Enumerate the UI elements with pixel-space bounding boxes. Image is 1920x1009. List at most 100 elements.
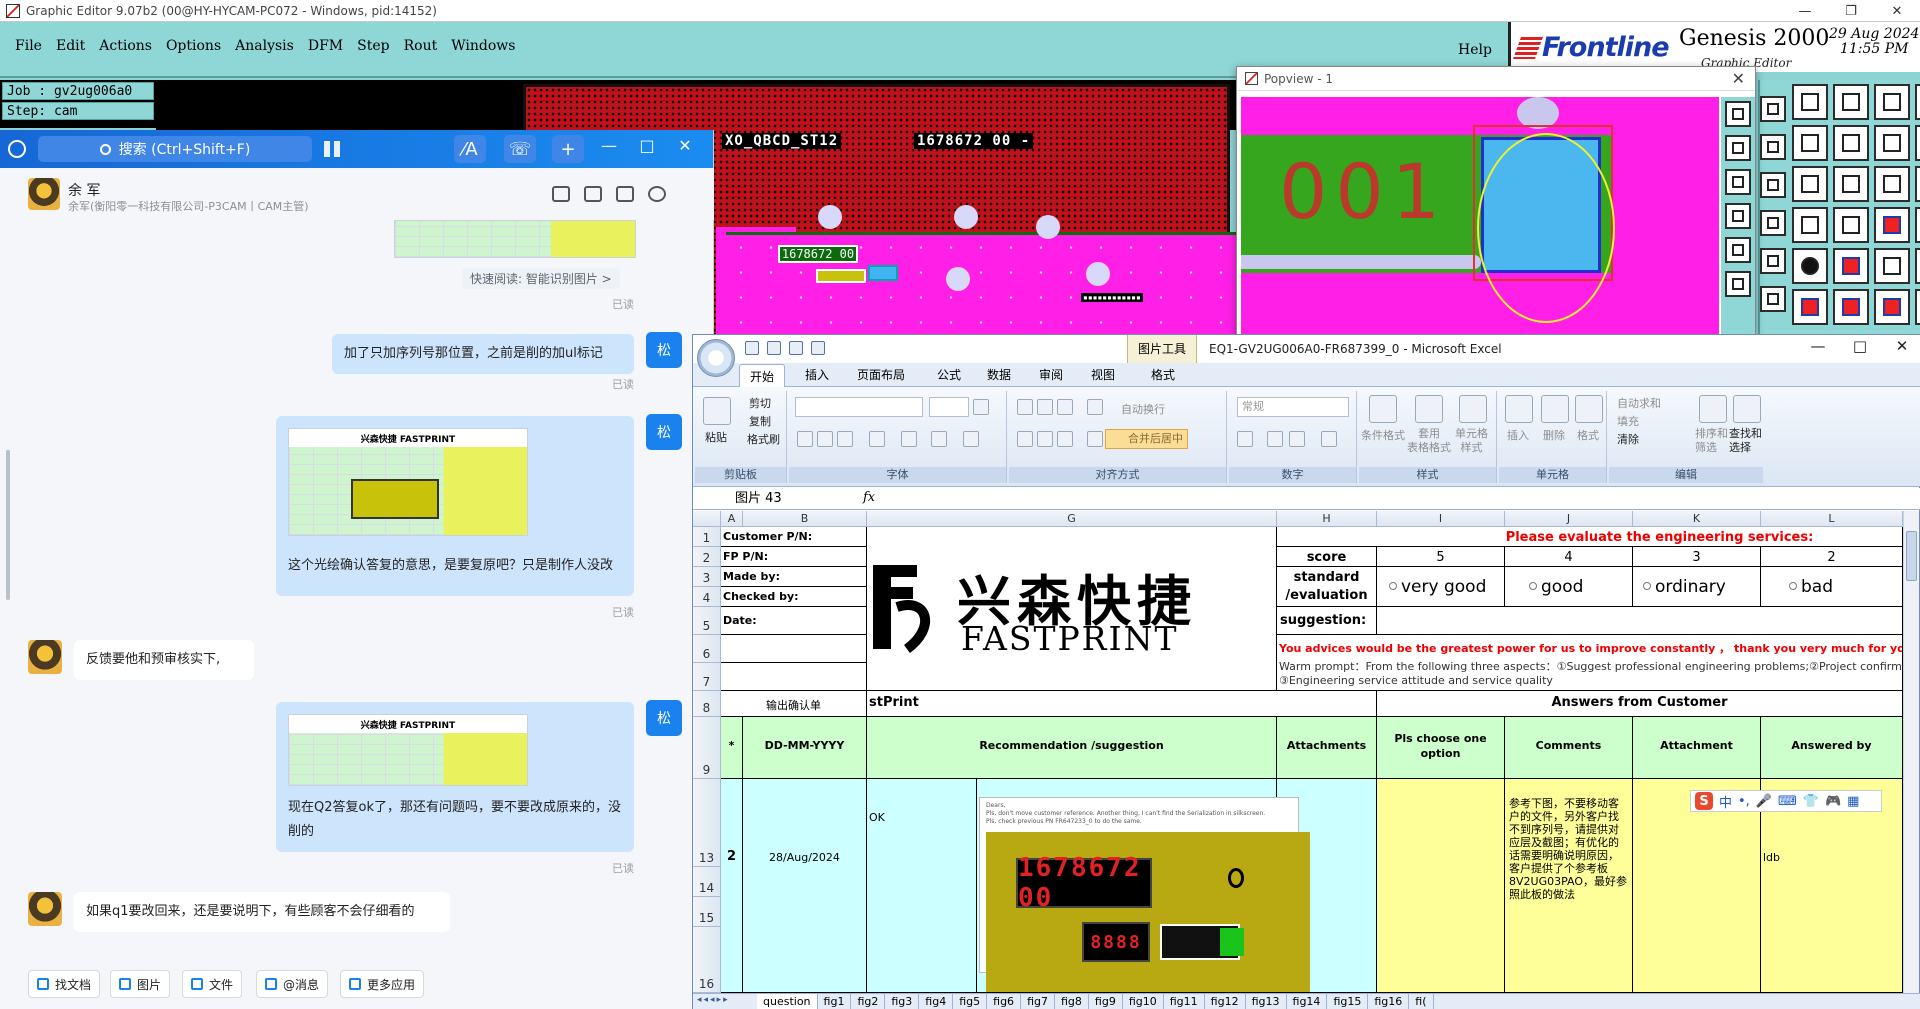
radio-icon[interactable] <box>1529 582 1537 590</box>
tool-icon[interactable] <box>1833 84 1869 120</box>
apps-grid-icon[interactable] <box>324 141 340 157</box>
menu-help[interactable]: Help <box>1458 42 1492 58</box>
sheet-tab[interactable]: fig14 <box>1287 994 1328 1009</box>
clear-button[interactable]: 清除 <box>1617 431 1639 447</box>
column-header[interactable]: G <box>867 511 1277 527</box>
call-icon[interactable]: ☏ <box>504 135 536 163</box>
menu-actions[interactable]: Actions <box>94 38 161 54</box>
column-header[interactable]: K <box>1633 511 1761 527</box>
font-name-select[interactable] <box>795 397 923 417</box>
empty-cell[interactable] <box>721 635 867 663</box>
wrap-text-button[interactable]: 自动换行 <box>1121 401 1165 417</box>
orientation-icon[interactable] <box>1087 399 1103 415</box>
suggestion-input[interactable] <box>1377 607 1903 635</box>
fill-button[interactable]: 填充 <box>1617 413 1639 429</box>
currency-icon[interactable] <box>1237 431 1253 447</box>
tool-icon[interactable] <box>1874 289 1910 325</box>
fastprint-logo[interactable]: 兴森快捷 FASTPRINT <box>867 547 1227 658</box>
tool-icon[interactable] <box>1725 271 1751 297</box>
column-header[interactable]: I <box>1377 511 1505 527</box>
image-message[interactable]: 兴森快捷 FASTPRINT <box>288 428 528 536</box>
tool-icon[interactable] <box>1725 135 1751 161</box>
sheet-tab[interactable]: fig7 <box>1021 994 1055 1009</box>
sheet-tab[interactable]: fig1 <box>818 994 852 1009</box>
column-header[interactable]: A <box>721 511 743 527</box>
row-header[interactable]: 1 <box>693 527 721 547</box>
menu-analysis[interactable]: Analysis <box>230 38 303 54</box>
percent-icon[interactable] <box>1267 431 1283 447</box>
tool-icon[interactable] <box>1915 207 1920 243</box>
table-format-button[interactable]: 套用 表格格式 <box>1407 427 1451 455</box>
align-middle-icon[interactable] <box>1037 399 1053 415</box>
sheet-tab[interactable]: fig13 <box>1246 994 1287 1009</box>
tab-data[interactable]: 数据 <box>987 366 1011 383</box>
grid-icon[interactable] <box>1833 207 1869 243</box>
more-apps-button[interactable]: 更多应用 <box>340 970 425 998</box>
phonetic-icon[interactable] <box>963 431 979 447</box>
row-number-cell[interactable]: 2 <box>721 779 743 993</box>
quick-read-link[interactable]: 快速阅读: 智能识别图片 > <box>462 268 620 289</box>
minimize-button[interactable]: — <box>1782 0 1828 22</box>
comma-icon[interactable] <box>1289 431 1305 447</box>
sheet-tab[interactable]: fig9 <box>1089 994 1123 1009</box>
align-left-icon[interactable] <box>1017 431 1033 447</box>
tool-icon[interactable] <box>1833 125 1869 161</box>
tab-insert[interactable]: 插入 <box>805 366 829 383</box>
cell-styles-icon[interactable] <box>1459 395 1487 423</box>
menu-step[interactable]: Step <box>352 38 398 54</box>
radio-icon[interactable] <box>1389 582 1397 590</box>
sort-filter-icon[interactable] <box>1699 395 1727 423</box>
grow-font-icon[interactable] <box>973 399 989 415</box>
sheet-tab[interactable]: fi( <box>1409 994 1434 1009</box>
tool-icon[interactable] <box>1760 172 1786 198</box>
number-format-select[interactable]: 常规 <box>1237 397 1349 417</box>
sheet-tab[interactable]: fig12 <box>1205 994 1246 1009</box>
ime-chinese-mode[interactable]: 中 <box>1719 792 1732 811</box>
tool-icon[interactable] <box>1792 84 1828 120</box>
embedded-picture[interactable]: Dears, Pls, don't move customer referenc… <box>979 797 1310 992</box>
paste-icon[interactable] <box>703 397 731 425</box>
tool-icon[interactable] <box>1760 210 1786 236</box>
fill-color-icon[interactable] <box>901 431 917 447</box>
table-format-icon[interactable] <box>1415 395 1443 423</box>
file-button[interactable]: 文件 <box>182 970 243 998</box>
tool-icon[interactable] <box>1915 289 1920 325</box>
image-message[interactable]: 兴森快捷 FASTPRINT <box>288 714 528 786</box>
menu-dfm[interactable]: DFM <box>303 38 352 54</box>
office-button[interactable] <box>697 339 735 377</box>
tool-icon[interactable] <box>1792 166 1828 202</box>
tool-icon[interactable] <box>1874 125 1910 161</box>
tab-review[interactable]: 审阅 <box>1039 366 1063 383</box>
image-message[interactable] <box>394 220 636 258</box>
column-header[interactable]: L <box>1761 511 1903 527</box>
format-button[interactable]: 格式 <box>1577 427 1599 443</box>
name-box[interactable]: 图片 43 <box>699 490 849 508</box>
menu-edit[interactable]: Edit <box>51 38 94 54</box>
row-header[interactable]: 15 <box>693 897 721 927</box>
column-header[interactable]: J <box>1505 511 1633 527</box>
font-color-icon[interactable] <box>931 431 947 447</box>
tab-format[interactable]: 格式 <box>1151 366 1175 383</box>
customize-icon[interactable] <box>811 341 825 355</box>
tool-icon[interactable] <box>1792 207 1828 243</box>
scale-icon[interactable] <box>1874 166 1910 202</box>
comment-cell[interactable]: 参考下图，不要移动客户的文件，另外客户找不到序列号，请提供对应层及截图；有优化的… <box>1505 779 1633 993</box>
sogou-icon[interactable]: S <box>1695 792 1713 810</box>
cell-styles-button[interactable]: 单元格 样式 <box>1455 427 1488 455</box>
eval-option-good[interactable]: good <box>1505 567 1633 607</box>
function-icon[interactable]: fx <box>863 490 875 505</box>
merge-center-button[interactable]: 合并后居中 <box>1105 429 1188 449</box>
chat-close-button[interactable]: ✕ <box>670 136 700 155</box>
sheet-tab[interactable]: fig3 <box>885 994 920 1009</box>
row-header[interactable]: 5 <box>693 607 721 635</box>
tab-formulas[interactable]: 公式 <box>937 366 961 383</box>
ok-cell[interactable]: OK <box>867 779 977 993</box>
sheet-tab[interactable]: fig4 <box>919 994 954 1009</box>
sheet-tab[interactable]: fig11 <box>1164 994 1205 1009</box>
folder-icon[interactable] <box>552 186 570 202</box>
row-header[interactable]: 9 <box>693 717 721 779</box>
copy-button[interactable]: 复制 <box>749 413 771 429</box>
redo-icon[interactable] <box>789 341 803 355</box>
chat-minimize-button[interactable]: — <box>594 136 624 155</box>
column-header[interactable]: B <box>743 511 867 527</box>
